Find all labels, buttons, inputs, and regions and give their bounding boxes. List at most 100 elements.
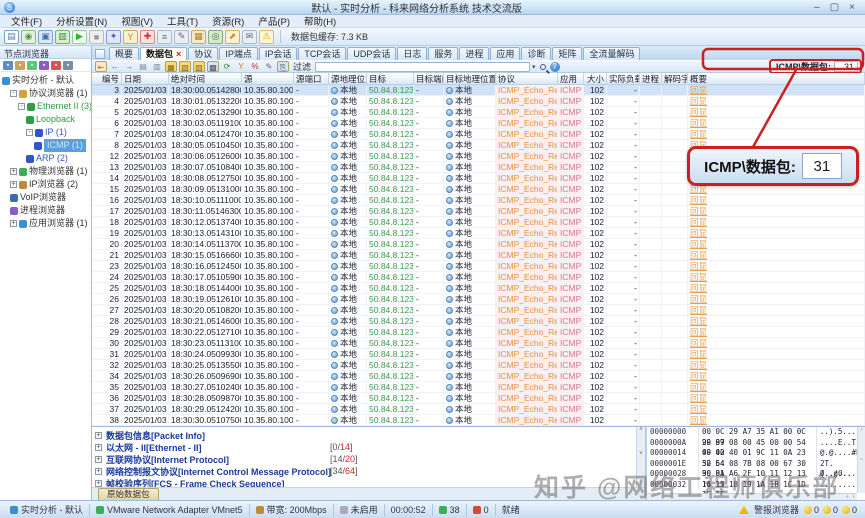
tab-IP端点[interactable]: IP端点 [219,47,258,60]
tab-进程[interactable]: 进程 [459,47,489,60]
hex-pane-icon[interactable]: ▨ [179,61,191,72]
column-header-process[interactable]: 进程 [640,73,662,84]
funnel-tool-icon[interactable]: ▪ [15,61,25,70]
column-header-decode_field[interactable]: 解码字段 [662,73,688,84]
tab-概要[interactable]: 概要 [109,47,139,60]
decode-expand-icon[interactable]: + [95,456,102,463]
locate-tool-icon[interactable]: ▪ [51,61,61,70]
table-row[interactable]: 212025/01/0318:30:15.05166600010.35.80.1… [92,250,865,261]
column-header-dst[interactable]: 目标 [367,73,414,84]
open-icon[interactable]: ◉ [21,30,36,44]
table-row[interactable]: 292025/01/0318:30:22.05127100010.35.80.1… [92,327,865,338]
filter-tool-icon[interactable]: ▪ [3,61,13,70]
alarm-explorer-label[interactable]: 警报浏览器 [754,503,799,516]
packet-display-icon[interactable]: ▦ [191,30,206,44]
table-row[interactable]: 242025/01/0318:30:17.05105900010.35.80.1… [92,272,865,283]
tree-node-3[interactable]: Loopback [0,113,91,126]
column-header-summary[interactable]: 概要 [688,73,865,84]
tree-expand-icon[interactable]: + [10,181,17,188]
menu-item-6[interactable]: 帮助(H) [297,14,343,28]
column-header-app[interactable]: 应用 [558,73,584,84]
decode-line-0[interactable]: +数据包信息[Packet Info] [95,429,645,441]
table-row[interactable]: 182025/01/0318:30:12.05137400010.35.80.1… [92,217,865,228]
table-row[interactable]: 172025/01/0318:30:11.05146300010.35.80.1… [92,206,865,217]
column-header-src[interactable]: 源 [242,73,294,84]
tree-node-9[interactable]: VoIP浏览器 [0,191,91,204]
tab-TCP会话[interactable]: TCP会话 [298,47,346,60]
tab-数据包[interactable]: 数据包× [140,47,187,60]
filter-funnel-icon[interactable]: Y [235,61,247,72]
raw-packet-tab[interactable]: 原始数据包 [98,488,159,500]
tab-UDP会话[interactable]: UDP会话 [347,47,396,60]
tree-expand-icon[interactable]: + [10,168,17,175]
column-header-date[interactable]: 日期 [122,73,169,84]
table-row[interactable]: 232025/01/0318:30:16.05124500010.35.80.1… [92,261,865,272]
table-row[interactable]: 352025/01/0318:30:27.05102400010.35.80.1… [92,382,865,393]
decode-expand-icon[interactable]: + [95,432,102,439]
menu-item-0[interactable]: 文件(F) [4,14,49,28]
dashboard-icon[interactable]: ◎ [208,30,223,44]
prev-packet-icon[interactable]: ← [109,61,121,72]
tree-expand-icon[interactable]: - [10,90,17,97]
decode-expand-icon[interactable]: + [95,444,102,451]
tab-日志[interactable]: 日志 [397,47,427,60]
table-row[interactable]: 262025/01/0318:30:19.05126100010.35.80.1… [92,294,865,305]
tree-node-6[interactable]: ARP (2) [0,152,91,165]
refresh-tool-icon[interactable]: ▪ [27,61,37,70]
column-settings-icon[interactable]: ▩ [207,61,219,72]
column-header-size[interactable]: 大小 [584,73,607,84]
decode-line-2[interactable]: +互联网协议[Internet Protocol][14/20] [95,453,645,465]
minimize-button[interactable]: – [814,2,820,13]
column-header-time[interactable]: 绝对时间 [169,73,242,84]
log-icon[interactable]: ✉ [242,30,257,44]
decode-expand-icon[interactable]: + [95,468,102,475]
tree-node-10[interactable]: 进程浏览器 [0,204,91,217]
filter-settings-icon[interactable]: Y [123,30,138,44]
auto-scroll-icon[interactable]: ⟳ [221,61,233,72]
pane-top-icon[interactable]: ▤ [137,61,149,72]
table-row[interactable]: 72025/01/0318:30:04.05124700010.35.80.10… [92,129,865,140]
tab-矩阵[interactable]: 矩阵 [552,47,582,60]
table-row[interactable]: 342025/01/0318:30:26.05096900010.35.80.1… [92,371,865,382]
raw-pane-icon[interactable]: ▧ [193,61,205,72]
table-row[interactable]: 62025/01/0318:30:03.05119100010.35.80.10… [92,118,865,129]
tree-expand-icon[interactable]: - [18,103,25,110]
adapter-icon[interactable]: ▥ [55,30,70,44]
decode-line-1[interactable]: +以太网 - II[Ethernet - II][0/14] [95,441,645,453]
menu-item-4[interactable]: 资源(R) [205,14,251,28]
first-packet-icon[interactable]: ⇤ [95,61,107,72]
table-row[interactable]: 52025/01/0318:30:02.05132900010.35.80.10… [92,107,865,118]
menu-item-3[interactable]: 工具(T) [160,14,205,28]
tree-expand-icon[interactable]: + [10,220,17,227]
tree-expand-icon[interactable]: - [26,129,33,136]
column-header-proto[interactable]: 协议 [496,73,558,84]
help-icon[interactable]: ? [550,62,560,72]
tab-全流量解码[interactable]: 全流量解码 [583,47,640,60]
expand-tool-icon[interactable]: ▪ [39,61,49,70]
table-row[interactable]: 312025/01/0318:30:24.05099300010.35.80.1… [92,349,865,360]
table-row[interactable]: 252025/01/0318:30:18.05144000010.35.80.1… [92,283,865,294]
export-packets-icon[interactable]: ⎘ [277,61,289,72]
percent-icon[interactable]: % [249,61,261,72]
table-row[interactable]: 302025/01/0318:30:23.05113100010.35.80.1… [92,338,865,349]
table-row[interactable]: 382025/01/0318:30:30.05107500010.35.80.1… [92,415,865,426]
decode-line-3[interactable]: +网络控制报文协议[Internet Control Message Proto… [95,465,645,477]
table-row[interactable]: 282025/01/0318:30:21.05146000010.35.80.1… [92,316,865,327]
table-row[interactable]: 362025/01/0318:30:28.05098700010.35.80.1… [92,393,865,404]
menu-item-1[interactable]: 分析设置(N) [49,14,114,28]
tab-close-icon[interactable]: × [176,49,181,59]
table-row[interactable]: 162025/01/0318:30:10.05111000010.35.80.1… [92,195,865,206]
search-icon[interactable] [540,64,546,70]
decode-line-4[interactable]: +帧校验序列[FCS - Frame Check Sequence] [95,477,645,487]
hex-vertical-scrollbar[interactable]: ˄˅ [857,427,865,493]
tab-服务[interactable]: 服务 [428,47,458,60]
name-table-icon[interactable]: ≡ [157,30,172,44]
tab-应用[interactable]: 应用 [490,47,520,60]
column-header-no[interactable]: 编号 [92,73,122,84]
filter-dropdown-icon[interactable]: ▾ [532,63,536,71]
close-button[interactable]: × [849,2,855,13]
tab-IP会话[interactable]: IP会话 [259,47,298,60]
table-row[interactable]: 322025/01/0318:30:25.05135500010.35.80.1… [92,360,865,371]
column-header-sport[interactable]: 源端口 [294,73,329,84]
menu-item-2[interactable]: 视图(V) [114,14,160,28]
